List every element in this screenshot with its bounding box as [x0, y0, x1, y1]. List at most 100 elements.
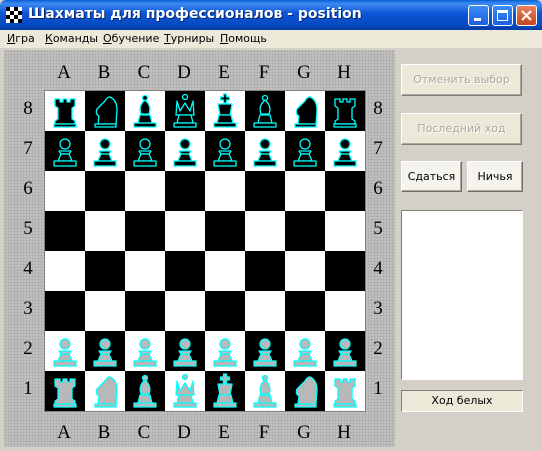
square-e8[interactable]: [205, 91, 245, 131]
square-a2[interactable]: [45, 331, 85, 371]
square-d5[interactable]: [165, 211, 205, 251]
square-h5[interactable]: [325, 211, 365, 251]
minimize-button[interactable]: [468, 5, 489, 26]
white-bishop-icon[interactable]: [125, 371, 165, 411]
square-f4[interactable]: [245, 251, 285, 291]
square-g4[interactable]: [285, 251, 325, 291]
black-knight-icon[interactable]: [85, 91, 125, 131]
square-c1[interactable]: [125, 371, 165, 411]
menu-item-game[interactable]: Игра: [7, 32, 35, 45]
square-e2[interactable]: [205, 331, 245, 371]
black-pawn-icon[interactable]: [85, 131, 125, 171]
white-knight-icon[interactable]: [85, 371, 125, 411]
square-h8[interactable]: [325, 91, 365, 131]
menu-item-tournaments[interactable]: Турниры: [164, 32, 214, 45]
square-f7[interactable]: [245, 131, 285, 171]
close-button[interactable]: [516, 5, 537, 26]
square-f2[interactable]: [245, 331, 285, 371]
menu-item-commands[interactable]: Команды: [45, 32, 98, 45]
square-b3[interactable]: [85, 291, 125, 331]
white-king-icon[interactable]: [205, 371, 245, 411]
square-f1[interactable]: [245, 371, 285, 411]
square-g7[interactable]: [285, 131, 325, 171]
black-pawn-icon[interactable]: [325, 131, 365, 171]
chessboard[interactable]: [44, 90, 366, 412]
square-h4[interactable]: [325, 251, 365, 291]
square-b7[interactable]: [85, 131, 125, 171]
black-pawn-icon[interactable]: [285, 131, 325, 171]
square-b4[interactable]: [85, 251, 125, 291]
black-pawn-icon[interactable]: [205, 131, 245, 171]
square-g3[interactable]: [285, 291, 325, 331]
white-knight-icon[interactable]: [285, 371, 325, 411]
black-rook-icon[interactable]: [45, 91, 85, 131]
square-b1[interactable]: [85, 371, 125, 411]
square-h7[interactable]: [325, 131, 365, 171]
square-a4[interactable]: [45, 251, 85, 291]
white-pawn-icon[interactable]: [45, 331, 85, 371]
square-f6[interactable]: [245, 171, 285, 211]
square-d4[interactable]: [165, 251, 205, 291]
black-bishop-icon[interactable]: [125, 91, 165, 131]
square-b8[interactable]: [85, 91, 125, 131]
menu-item-help[interactable]: Помощь: [220, 32, 267, 45]
square-a8[interactable]: [45, 91, 85, 131]
white-pawn-icon[interactable]: [285, 331, 325, 371]
square-e4[interactable]: [205, 251, 245, 291]
draw-button[interactable]: Ничья: [467, 161, 523, 192]
white-pawn-icon[interactable]: [165, 331, 205, 371]
square-c8[interactable]: [125, 91, 165, 131]
square-a5[interactable]: [45, 211, 85, 251]
resign-button[interactable]: Сдаться: [401, 161, 462, 192]
black-pawn-icon[interactable]: [165, 131, 205, 171]
square-a6[interactable]: [45, 171, 85, 211]
black-bishop-icon[interactable]: [245, 91, 285, 131]
black-rook-icon[interactable]: [325, 91, 365, 131]
square-e7[interactable]: [205, 131, 245, 171]
move-list[interactable]: [401, 210, 523, 380]
square-e5[interactable]: [205, 211, 245, 251]
square-c3[interactable]: [125, 291, 165, 331]
square-f3[interactable]: [245, 291, 285, 331]
square-f8[interactable]: [245, 91, 285, 131]
square-h2[interactable]: [325, 331, 365, 371]
square-e6[interactable]: [205, 171, 245, 211]
square-a3[interactable]: [45, 291, 85, 331]
square-g5[interactable]: [285, 211, 325, 251]
black-pawn-icon[interactable]: [245, 131, 285, 171]
square-g2[interactable]: [285, 331, 325, 371]
white-rook-icon[interactable]: [325, 371, 365, 411]
square-g1[interactable]: [285, 371, 325, 411]
square-e3[interactable]: [205, 291, 245, 331]
square-e1[interactable]: [205, 371, 245, 411]
square-g8[interactable]: [285, 91, 325, 131]
last-move-button[interactable]: Последний ход: [401, 113, 522, 145]
white-queen-icon[interactable]: [165, 371, 205, 411]
white-pawn-icon[interactable]: [125, 331, 165, 371]
square-h1[interactable]: [325, 371, 365, 411]
square-a1[interactable]: [45, 371, 85, 411]
white-rook-icon[interactable]: [45, 371, 85, 411]
black-knight-icon[interactable]: [285, 91, 325, 131]
square-g6[interactable]: [285, 171, 325, 211]
square-b5[interactable]: [85, 211, 125, 251]
square-b2[interactable]: [85, 331, 125, 371]
white-pawn-icon[interactable]: [85, 331, 125, 371]
square-d8[interactable]: [165, 91, 205, 131]
black-king-icon[interactable]: [205, 91, 245, 131]
square-c5[interactable]: [125, 211, 165, 251]
square-d1[interactable]: [165, 371, 205, 411]
square-f5[interactable]: [245, 211, 285, 251]
menu-item-training[interactable]: Обучение: [103, 32, 159, 45]
square-c4[interactable]: [125, 251, 165, 291]
maximize-button[interactable]: [492, 5, 513, 26]
square-d3[interactable]: [165, 291, 205, 331]
square-d6[interactable]: [165, 171, 205, 211]
square-d2[interactable]: [165, 331, 205, 371]
square-a7[interactable]: [45, 131, 85, 171]
white-pawn-icon[interactable]: [245, 331, 285, 371]
square-b6[interactable]: [85, 171, 125, 211]
white-pawn-icon[interactable]: [325, 331, 365, 371]
square-c7[interactable]: [125, 131, 165, 171]
title-bar[interactable]: Шахматы для профессионалов - position: [0, 0, 542, 30]
